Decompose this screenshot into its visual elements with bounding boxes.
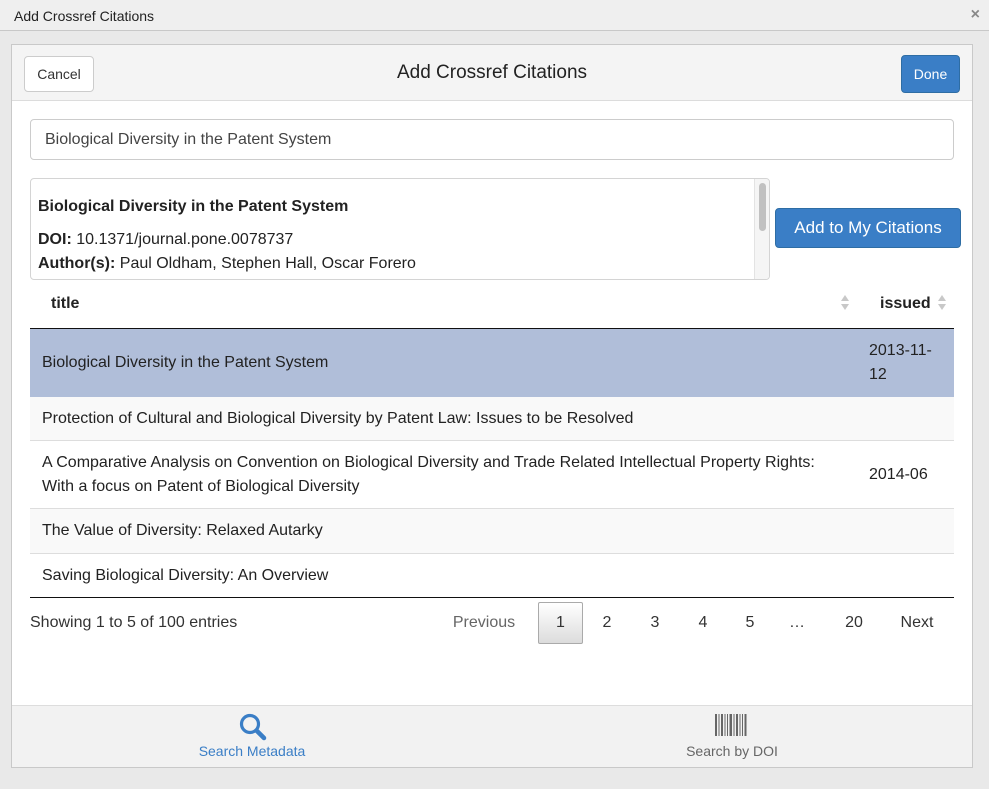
sort-icon[interactable] [840,292,850,314]
authors-label: Author(s): [38,255,116,272]
row-title: Saving Biological Diversity: An Overview [42,567,329,584]
table-bottom-rule [30,597,954,598]
column-header-issued[interactable]: issued [880,295,931,313]
dialog-header: Cancel Add Crossref Citations Done [12,45,972,101]
preview-authors: Author(s): Paul Oldham, Stephen Hall, Os… [38,255,416,273]
footer-tabs: Search Metadata Search by DOI [12,705,972,767]
previous-button[interactable]: Previous [444,602,524,644]
citation-dialog: Cancel Add Crossref Citations Done Biolo… [11,44,973,768]
preview-doi: DOI: 10.1371/journal.pone.0078737 [38,231,293,249]
table-header: title issued [30,283,954,329]
next-button[interactable]: Next [892,602,942,644]
sort-icon[interactable] [937,292,947,314]
table-row[interactable]: Protection of Cultural and Biological Di… [30,397,954,441]
preview-scrollbar[interactable] [754,179,769,279]
citation-preview: Biological Diversity in the Patent Syste… [30,178,770,280]
table-row[interactable]: A Comparative Analysis on Convention on … [30,441,954,509]
add-to-my-citations-button[interactable]: Add to My Citations [775,208,961,248]
page-button-3[interactable]: 3 [640,602,670,644]
row-issued: 2014-06 [869,466,928,483]
row-title: Biological Diversity in the Patent Syste… [42,354,329,371]
preview-title: Biological Diversity in the Patent Syste… [38,198,349,215]
row-title: The Value of Diversity: Relaxed Autarky [42,522,323,539]
window-titlebar: Add Crossref Citations × [0,0,989,31]
tab-search-by-doi[interactable]: Search by DOI [492,706,972,768]
page-button-1[interactable]: 1 [538,602,583,644]
page-button-4[interactable]: 4 [688,602,718,644]
tab-label: Search Metadata [198,743,306,759]
page-ellipsis: … [789,614,805,631]
table-row[interactable]: Biological Diversity in the Patent Syste… [30,329,954,397]
page-button-5[interactable]: 5 [735,602,765,644]
doi-value: 10.1371/journal.pone.0078737 [76,231,294,248]
column-header-title[interactable]: title [51,295,79,313]
search-icon [238,712,268,747]
tab-search-metadata[interactable]: Search Metadata [12,706,492,768]
window-title: Add Crossref Citations [14,8,155,24]
close-icon[interactable]: × [971,6,980,24]
tab-label: Search by DOI [686,743,778,759]
row-title: Protection of Cultural and Biological Di… [42,410,634,427]
barcode-icon [715,712,747,743]
page-button-20[interactable]: 20 [834,602,874,644]
done-button[interactable]: Done [901,55,960,93]
table-row[interactable]: Saving Biological Diversity: An Overview [30,554,954,597]
row-issued: 2013-11-12 [869,342,932,383]
table-row[interactable]: The Value of Diversity: Relaxed Autarky [30,509,954,554]
entries-info: Showing 1 to 5 of 100 entries [30,614,238,631]
dialog-title: Add Crossref Citations [396,62,588,83]
preview-scroll-thumb[interactable] [759,183,766,231]
search-input[interactable] [30,119,954,160]
doi-label: DOI: [38,231,72,248]
row-title: A Comparative Analysis on Convention on … [42,454,815,495]
authors-value: Paul Oldham, Stephen Hall, Oscar Forero [119,255,416,272]
page-button-2[interactable]: 2 [592,602,622,644]
